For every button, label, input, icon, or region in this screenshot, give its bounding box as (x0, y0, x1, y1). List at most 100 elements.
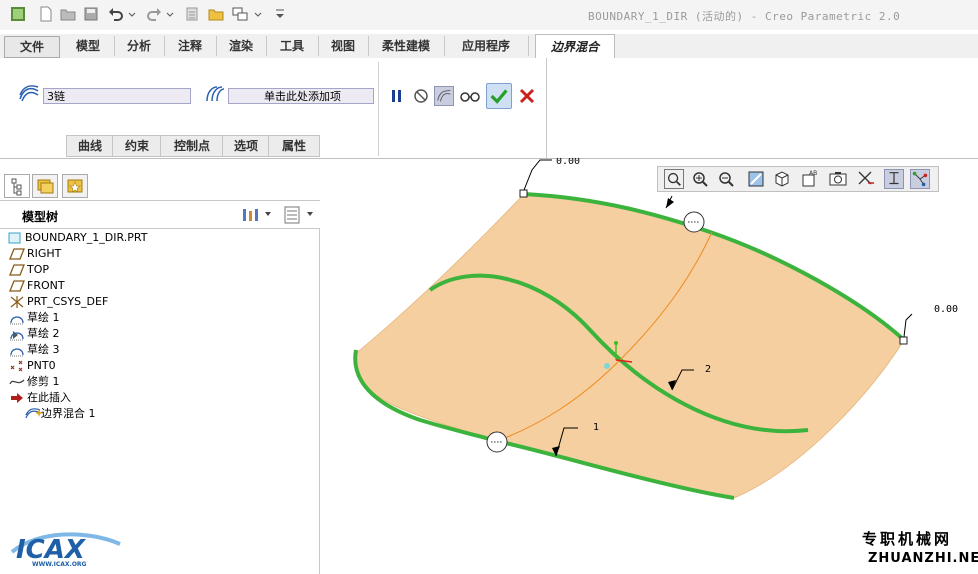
app-icon[interactable] (10, 6, 26, 22)
leader-right (903, 313, 913, 338)
tab-boundary-blend[interactable]: 边界混合 (535, 34, 615, 60)
tree-item-label: 草绘 1 (27, 311, 60, 324)
subtab-options[interactable]: 选项 (222, 135, 270, 157)
blend-surface[interactable] (354, 193, 905, 499)
panel-border (319, 228, 320, 574)
icax-logo: ICAX WWW.ICAX.ORG (10, 532, 121, 568)
preview-geometry-icon[interactable] (434, 86, 454, 106)
cancel-x-icon[interactable] (517, 86, 537, 106)
folder-browser-icon (37, 179, 54, 194)
tab-applications[interactable]: 应用程序 (444, 36, 529, 56)
leader-top (523, 159, 552, 191)
saved-views-icon[interactable]: AB (800, 169, 820, 189)
subtab-curves[interactable]: 曲线 (66, 135, 114, 157)
zoom-in-icon[interactable] (690, 169, 710, 189)
undo-icon[interactable] (108, 6, 124, 22)
tab-render[interactable]: 渲染 (216, 36, 267, 56)
model-tree-title: 模型树 (22, 210, 59, 224)
subtab-properties[interactable]: 属性 (268, 135, 320, 157)
divider (546, 58, 547, 158)
navigator-panel: 模型树 BOUNDARY_1_DIR.PRT RIGHT TOP FRONT P… (0, 168, 320, 574)
ok-check-icon[interactable] (486, 83, 512, 109)
tree-item-label: 边界混合 1 (41, 407, 96, 420)
tab-annotate[interactable]: 注释 (164, 36, 217, 56)
boundary-condition-square-right[interactable] (899, 336, 908, 345)
title-bar: BOUNDARY_1_DIR (活动的) - Creo Parametric 2… (0, 0, 978, 30)
icax-url-text: WWW.ICAX.ORG (32, 561, 87, 568)
zoom-out-icon[interactable] (716, 169, 736, 189)
tab-flexible-modeling[interactable]: 柔性建模 (368, 36, 445, 56)
annotation-top-value: 0.00 (556, 158, 580, 167)
first-direction-collector[interactable]: 3链 (43, 88, 191, 104)
graphics-viewport[interactable]: 0.00 0.00 1 2 (322, 158, 978, 574)
no-preview-icon[interactable] (411, 86, 431, 106)
datum-point-icon (10, 360, 23, 372)
tree-item-label: 草绘 2 (27, 327, 60, 340)
view-manager-icon[interactable] (828, 169, 848, 189)
redo-dropdown-icon[interactable] (166, 6, 174, 22)
tab-tools[interactable]: 工具 (266, 36, 319, 56)
triad-origin-point (604, 363, 610, 369)
tab-model[interactable]: 模型 (62, 36, 115, 56)
tree-item-label: 修剪 1 (27, 375, 60, 388)
tree-settings-dropdown-icon[interactable] (264, 210, 272, 218)
open-icon[interactable] (60, 6, 76, 22)
divider (0, 200, 320, 201)
subtab-control-points[interactable]: 控制点 (160, 135, 224, 157)
sketch-icon (10, 332, 24, 341)
datum-plane-icon (9, 248, 25, 260)
site-watermark-cn: 专职机械网 (862, 530, 953, 548)
sketch-icon (10, 316, 24, 325)
refit-icon[interactable] (664, 169, 684, 189)
ribbon-tabs: 文件 模型 分析 注释 渲染 工具 视图 柔性建模 应用程序 边界混合 (0, 34, 978, 60)
tree-settings-icon[interactable] (240, 206, 262, 224)
show-dropdown-icon[interactable] (306, 210, 314, 218)
spin-center-icon[interactable] (910, 169, 930, 189)
customize-toolbar-icon[interactable] (274, 6, 286, 22)
pause-icon[interactable] (387, 86, 407, 106)
divider (0, 228, 320, 229)
favorites-tab[interactable] (62, 174, 88, 198)
datum-plane-icon (9, 280, 25, 292)
favorites-icon (67, 179, 83, 193)
part-icon (8, 232, 21, 244)
annotation-display-icon[interactable] (884, 169, 904, 189)
window-title: BOUNDARY_1_DIR (活动的) - Creo Parametric 2… (588, 10, 901, 23)
folder-browser-tab[interactable] (32, 174, 58, 198)
sketch-icon (10, 348, 24, 357)
tree-root-label: BOUNDARY_1_DIR.PRT (25, 231, 148, 244)
second-direction-icon (206, 86, 225, 102)
undo-dropdown-icon[interactable] (128, 6, 136, 22)
insert-arrow-icon (11, 393, 23, 403)
model-tree-tab[interactable] (4, 174, 30, 198)
windows-icon[interactable] (232, 6, 248, 22)
boundary-blend-dashboard: 3链 单击此处添加项 曲线 约束 控制点 选项 属性 (0, 58, 978, 159)
folder-icon[interactable] (208, 6, 224, 22)
save-icon[interactable] (83, 6, 99, 22)
graphics-toolbar: AB (657, 166, 939, 192)
second-direction-collector[interactable]: 单击此处添加项 (228, 88, 374, 104)
windows-dropdown-icon[interactable] (254, 6, 262, 22)
glasses-preview-icon[interactable] (458, 86, 482, 106)
model-tree-icon (11, 178, 22, 196)
triad-y-tip (614, 341, 618, 345)
tree-item-label: TOP (27, 263, 50, 276)
divider (378, 62, 379, 156)
subtab-constraints[interactable]: 约束 (112, 135, 162, 157)
redo-icon[interactable] (146, 6, 162, 22)
tab-analysis[interactable]: 分析 (114, 36, 165, 56)
new-file-icon[interactable] (38, 6, 54, 22)
tree-item-label: RIGHT (27, 247, 62, 260)
tab-view[interactable]: 视图 (318, 36, 369, 56)
show-menu-icon[interactable] (282, 205, 302, 225)
datum-display-icon[interactable] (856, 169, 876, 189)
tree-item-label: PNT0 (27, 359, 56, 372)
tab-file[interactable]: 文件 (4, 36, 60, 58)
csys-icon (10, 296, 24, 308)
trim-icon (9, 379, 25, 385)
regenerate-icon[interactable] (184, 6, 200, 22)
display-style-icon[interactable] (772, 169, 792, 189)
boundary-condition-square-top[interactable] (519, 189, 528, 198)
repaint-icon[interactable] (746, 169, 766, 189)
annotation-curve-1: 1 (593, 422, 599, 433)
